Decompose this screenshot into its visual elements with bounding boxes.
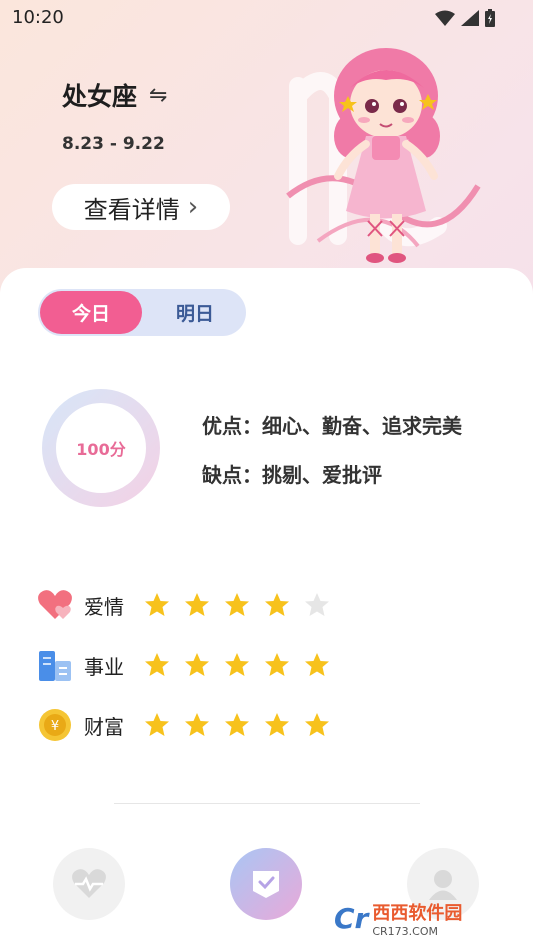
star-filled-icon	[265, 593, 289, 616]
star-filled-icon	[225, 593, 249, 616]
tab-tomorrow[interactable]: 明日	[144, 289, 246, 336]
rating-label: 财富	[84, 714, 124, 739]
watermark-url: CR173.COM	[372, 924, 439, 938]
star-filled-icon	[225, 653, 249, 676]
coin-icon: ¥	[36, 706, 74, 744]
star-empty-icon	[305, 593, 329, 616]
watermark-logo: Cr	[334, 901, 369, 935]
wifi-icon	[435, 10, 455, 26]
heart-icon	[36, 586, 74, 624]
score-value: 100分	[76, 440, 126, 459]
star-filled-icon	[305, 713, 329, 736]
zodiac-name: 处女座	[62, 82, 138, 111]
day-tabs: 今日 明日	[38, 289, 246, 336]
star-filled-icon	[305, 653, 329, 676]
nav-health-button[interactable]	[53, 848, 125, 920]
star-rating	[144, 652, 330, 678]
star-rating	[144, 592, 330, 618]
status-icons	[435, 9, 495, 27]
check-card-icon	[253, 871, 279, 898]
rating-row-career: 事业	[36, 645, 330, 685]
status-time: 10:20	[12, 7, 64, 28]
nav-fortune-button[interactable]	[230, 848, 302, 920]
swap-icon[interactable]: ⇋	[149, 83, 167, 108]
building-icon	[36, 646, 74, 684]
view-details-button[interactable]: 查看详情 ›	[52, 184, 230, 230]
divider	[114, 803, 420, 804]
profile-icon	[429, 870, 457, 900]
rating-label: 事业	[84, 654, 124, 679]
chevron-right-icon: ›	[187, 192, 199, 222]
star-rating	[144, 712, 330, 738]
star-filled-icon	[185, 593, 209, 616]
zodiac-date-range: 8.23 - 9.22	[62, 134, 165, 154]
trait-cons: 缺点：挑剔、爱批评	[202, 463, 382, 487]
svg-text:¥: ¥	[51, 719, 59, 734]
star-filled-icon	[145, 653, 169, 676]
star-filled-icon	[145, 593, 169, 616]
rating-row-wealth: ¥ 财富	[36, 705, 330, 745]
star-filled-icon	[185, 713, 209, 736]
rating-label: 爱情	[84, 594, 124, 619]
heartbeat-icon	[72, 869, 106, 898]
star-filled-icon	[225, 713, 249, 736]
signal-icon	[461, 10, 479, 26]
virgo-girl-illustration	[286, 48, 481, 263]
tab-today[interactable]: 今日	[40, 291, 142, 334]
trait-pros: 优点：细心、勤奋、追求完美	[202, 414, 462, 438]
star-filled-icon	[265, 653, 289, 676]
status-bar: 10:20	[0, 0, 533, 36]
rating-row-love: 爱情	[36, 585, 330, 625]
zodiac-title[interactable]: 处女座 ⇋	[62, 77, 167, 113]
star-filled-icon	[185, 653, 209, 676]
battery-icon	[485, 9, 495, 27]
watermark-brand: 西西软件园	[372, 902, 463, 924]
watermark: Cr 西西软件园 CR173.COM	[334, 898, 514, 938]
view-details-label: 查看详情	[83, 195, 180, 224]
star-filled-icon	[145, 713, 169, 736]
star-filled-icon	[265, 713, 289, 736]
